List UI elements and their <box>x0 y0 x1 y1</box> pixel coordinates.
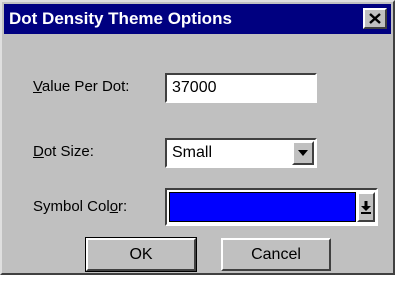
symbol-color-mnemonic: o <box>109 198 119 215</box>
cancel-button[interactable]: Cancel <box>221 238 331 271</box>
dot-size-mnemonic: D <box>33 143 44 160</box>
dot-size-label-text: ot Size: <box>43 143 94 160</box>
value-per-dot-mnemonic: V <box>33 78 42 95</box>
dot-size-dropdown-button[interactable] <box>292 141 314 165</box>
close-icon <box>369 13 381 24</box>
symbol-color-label-pre: Symbol Col <box>33 198 110 215</box>
close-button[interactable] <box>363 8 387 29</box>
value-per-dot-label: Value Per Dot: <box>33 78 129 95</box>
symbol-color-dropdown-button[interactable] <box>357 192 375 222</box>
ok-button[interactable]: OK <box>85 237 197 272</box>
window-title: Dot Density Theme Options <box>9 9 232 28</box>
arrow-down-bar-icon <box>361 201 371 214</box>
value-per-dot-value: 37000 <box>172 79 217 96</box>
value-per-dot-input[interactable]: 37000 <box>165 73 317 103</box>
value-per-dot-label-text: alue Per Dot: <box>41 78 130 95</box>
dot-size-select[interactable]: Small <box>165 138 317 168</box>
color-swatch <box>169 192 356 222</box>
dot-size-value: Small <box>172 144 213 161</box>
chevron-down-icon <box>298 150 308 156</box>
symbol-color-label: Symbol Color: <box>33 198 127 215</box>
dot-density-dialog: Dot Density Theme Options Value Per Dot:… <box>0 0 395 275</box>
dot-size-label: Dot Size: <box>33 143 94 160</box>
symbol-color-picker[interactable] <box>165 188 378 226</box>
title-bar[interactable]: Dot Density Theme Options <box>4 4 391 34</box>
symbol-color-label-post: r: <box>118 198 128 215</box>
